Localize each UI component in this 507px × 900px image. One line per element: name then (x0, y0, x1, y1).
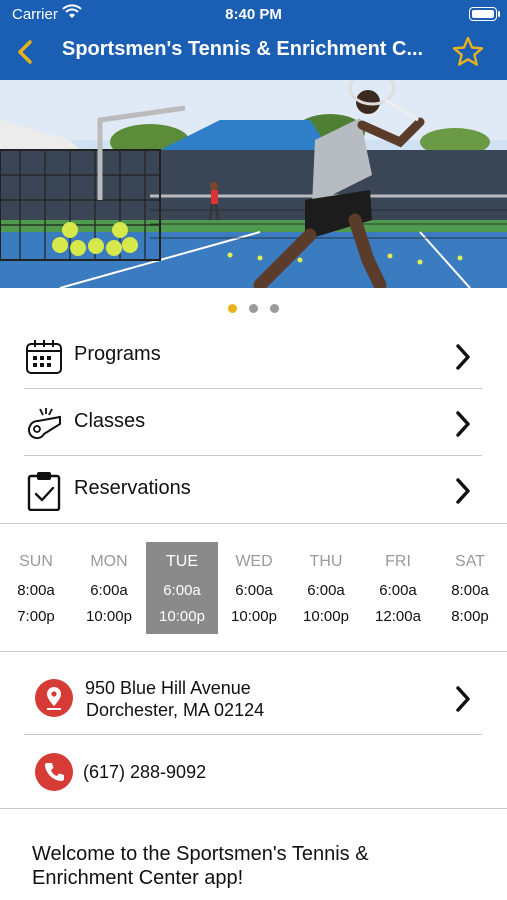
open-time: 6:00a (235, 582, 273, 599)
day-name: TUE (166, 553, 198, 570)
hours-day-thu: THU 6:00a 10:00p (290, 542, 362, 634)
day-name: FRI (385, 553, 411, 570)
day-name: SUN (19, 553, 53, 570)
menu-item-label: Reservations (74, 477, 191, 499)
address-line-1: 950 Blue Hill Avenue (85, 678, 251, 698)
day-name: WED (235, 553, 273, 570)
open-time: 6:00a (307, 582, 345, 599)
close-time: 8:00p (451, 608, 489, 625)
section-divider (0, 808, 507, 809)
hours-day-mon: MON 6:00a 10:00p (73, 542, 145, 634)
top-bar: Carrier 8:40 PM Sportsmen's Tennis & Enr… (0, 0, 507, 80)
day-name: MON (90, 553, 128, 570)
menu-item-programs[interactable]: Programs (24, 323, 482, 389)
close-time: 10:00p (303, 608, 349, 625)
close-time: 10:00p (231, 608, 277, 625)
hours-table: SUN 8:00a 7:00p MON 6:00a 10:00p TUE 6:0… (0, 542, 507, 634)
welcome-text: Welcome to the Sportsmen's Tennis & Enri… (32, 843, 369, 889)
close-time: 10:00p (86, 608, 132, 625)
chevron-right-icon (456, 686, 470, 712)
close-time: 7:00p (17, 608, 55, 625)
hero-tennis-image[interactable] (0, 80, 507, 288)
hours-day-sat: SAT 8:00a 8:00p (434, 542, 506, 634)
open-time: 6:00a (163, 582, 201, 599)
phone-number: (617) 288-9092 (83, 762, 207, 782)
hours-day-tue-today: TUE 6:00a 10:00p (146, 542, 218, 634)
address-line-2: Dorchester, MA 02124 (86, 700, 265, 720)
address-row[interactable]: 950 Blue Hill Avenue Dorchester, MA 0212… (24, 665, 482, 731)
menu-item-label: Classes (74, 410, 146, 432)
open-time: 6:00a (90, 582, 128, 599)
favorite-star-icon[interactable] (451, 35, 485, 69)
location-pin-icon (35, 679, 73, 717)
open-time: 8:00a (17, 582, 55, 599)
divider (24, 734, 482, 735)
menu-item-reservations[interactable]: Reservations (24, 457, 482, 523)
carousel-dot-3[interactable] (270, 304, 279, 313)
hours-day-sun: SUN 8:00a 7:00p (0, 542, 72, 634)
back-chevron-icon[interactable] (12, 36, 40, 68)
hours-day-wed: WED 6:00a 10:00p (218, 542, 290, 634)
close-time: 12:00a (375, 608, 421, 625)
section-divider (0, 523, 507, 524)
day-name: THU (309, 553, 343, 570)
close-time: 10:00p (159, 608, 205, 625)
carousel-pagination[interactable] (0, 304, 507, 316)
clipboard-check-icon (27, 472, 61, 511)
divider (24, 388, 482, 389)
phone-row[interactable]: (617) 288-9092 (24, 745, 482, 801)
chevron-right-icon (456, 344, 470, 370)
chevron-right-icon (456, 411, 470, 437)
clock: 8:40 PM (225, 6, 282, 23)
whistle-icon (27, 408, 61, 440)
status-bar: Carrier 8:40 PM (0, 0, 507, 28)
phone-icon (35, 753, 73, 791)
section-divider (0, 651, 507, 652)
open-time: 8:00a (451, 582, 489, 599)
chevron-right-icon (456, 478, 470, 504)
carousel-dot-2[interactable] (249, 304, 258, 313)
battery-icon (469, 7, 500, 21)
hours-day-fri: FRI 6:00a 12:00a (362, 542, 434, 634)
page-title: Sportsmen's Tennis & Enrichment C... (62, 38, 424, 60)
calendar-icon (26, 340, 62, 374)
menu-item-label: Programs (74, 343, 161, 365)
open-time: 6:00a (379, 582, 417, 599)
day-name: SAT (455, 553, 485, 570)
menu-item-classes[interactable]: Classes (24, 390, 482, 456)
carousel-dot-1[interactable] (228, 304, 237, 313)
divider (24, 455, 482, 456)
